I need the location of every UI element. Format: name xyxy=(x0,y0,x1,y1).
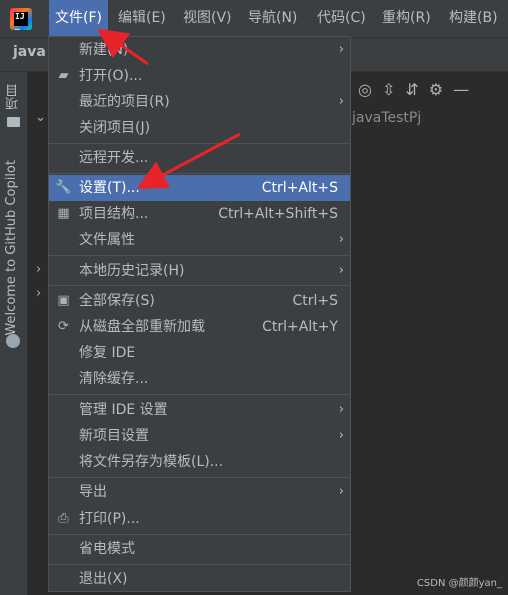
menu-item-open[interactable]: ▰ 打开(O)... xyxy=(49,63,350,89)
separator xyxy=(49,285,350,286)
menu-item-new[interactable]: 新建(N) › xyxy=(49,37,350,63)
menu-bar: IJ _ 文件(F) 编辑(E) 视图(V) 导航(N) 代码(C) 重构(R) … xyxy=(0,0,508,37)
menu-item-project-structure[interactable]: ▦ 项目结构... Ctrl+Alt+Shift+S xyxy=(49,201,350,227)
menu-item-settings[interactable]: 🔧 设置(T)... Ctrl+Alt+S xyxy=(49,175,350,201)
wrench-icon: 🔧 xyxy=(55,180,72,195)
separator xyxy=(49,394,350,395)
chevron-right-icon: › xyxy=(338,428,344,443)
chevron-right-icon: › xyxy=(338,484,344,499)
menu-item-file-properties[interactable]: 文件属性 › xyxy=(49,227,350,253)
project-toolbar: ◎ ⇳ ⇵ ⚙ — xyxy=(358,74,469,104)
chevron-right-icon: › xyxy=(338,94,344,109)
target-icon[interactable]: ◎ xyxy=(358,80,372,99)
menu-item-export[interactable]: 导出 › xyxy=(49,479,350,505)
menu-file[interactable]: 文件(F) xyxy=(49,0,108,37)
chevron-right-icon: › xyxy=(338,232,344,247)
menu-edit[interactable]: 编辑(E) xyxy=(112,0,172,37)
gear-icon[interactable]: ⚙ xyxy=(429,80,443,99)
menu-code[interactable]: 代码(C) xyxy=(311,0,372,37)
menu-item-exit[interactable]: 退出(X) xyxy=(49,566,350,592)
separator xyxy=(49,255,350,256)
intellij-logo-icon[interactable]: IJ _ xyxy=(10,8,32,30)
copilot-icon xyxy=(6,334,20,348)
watermark: CSDN @颜颜yan_ xyxy=(416,578,502,589)
chevron-right-icon[interactable]: › xyxy=(36,262,41,277)
project-root-node[interactable]: javaTestPj xyxy=(352,110,421,126)
file-menu-dropdown: 新建(N) › ▰ 打开(O)... 最近的项目(R) › 关闭项目(J) 远程… xyxy=(48,36,351,592)
menu-item-save-all[interactable]: ▣ 全部保存(S) Ctrl+S xyxy=(49,288,350,314)
chevron-down-icon[interactable]: ⌄ xyxy=(35,110,46,125)
folder-icon xyxy=(7,117,20,127)
menu-item-manage-ide-settings[interactable]: 管理 IDE 设置 › xyxy=(49,397,350,423)
menu-item-reload-from-disk[interactable]: ⟳ 从磁盘全部重新加载 Ctrl+Alt+Y xyxy=(49,314,350,340)
folder-open-icon: ▰ xyxy=(58,68,69,83)
menu-item-invalidate-caches[interactable]: 清除缓存... xyxy=(49,366,350,392)
menu-item-close-project[interactable]: 关闭项目(J) xyxy=(49,115,350,141)
editor-tab-java[interactable]: java xyxy=(13,44,46,60)
project-tool-label[interactable]: 项目 xyxy=(4,84,23,110)
menu-refactor[interactable]: 重构(R) xyxy=(376,0,437,37)
separator xyxy=(49,534,350,535)
menu-item-save-as-template[interactable]: 将文件另存为模板(L)... xyxy=(49,449,350,475)
side-tool-window-bar: 项目 Welcome to GitHub Copilot xyxy=(0,72,28,595)
separator xyxy=(49,564,350,565)
menu-view[interactable]: 视图(V) xyxy=(177,0,238,37)
menu-item-print[interactable]: ⎙ 打印(P)... xyxy=(49,506,350,532)
menu-item-remote-dev[interactable]: 远程开发... xyxy=(49,145,350,171)
separator xyxy=(49,173,350,174)
chevron-right-icon: › xyxy=(338,402,344,417)
menu-navigate[interactable]: 导航(N) xyxy=(242,0,303,37)
printer-icon: ⎙ xyxy=(58,511,69,526)
menu-item-recent-projects[interactable]: 最近的项目(R) › xyxy=(49,89,350,115)
menu-item-new-project-settings[interactable]: 新项目设置 › xyxy=(49,423,350,449)
separator xyxy=(49,477,350,478)
save-icon: ▣ xyxy=(57,293,70,308)
copilot-tool-label[interactable]: Welcome to GitHub Copilot xyxy=(4,160,19,336)
project-structure-icon: ▦ xyxy=(57,206,70,221)
chevron-right-icon[interactable]: › xyxy=(36,286,41,301)
hide-icon[interactable]: — xyxy=(453,80,469,99)
menu-item-power-save-mode[interactable]: 省电模式 xyxy=(49,536,350,562)
menu-item-repair-ide[interactable]: 修复 IDE xyxy=(49,340,350,366)
collapse-all-icon[interactable]: ⇵ xyxy=(405,80,418,99)
expand-all-icon[interactable]: ⇳ xyxy=(382,80,395,99)
chevron-right-icon: › xyxy=(338,42,344,57)
refresh-icon: ⟳ xyxy=(58,319,69,334)
menu-build[interactable]: 构建(B) xyxy=(443,0,504,37)
menu-item-local-history[interactable]: 本地历史记录(H) › xyxy=(49,258,350,284)
chevron-right-icon: › xyxy=(338,263,344,278)
separator xyxy=(49,143,350,144)
